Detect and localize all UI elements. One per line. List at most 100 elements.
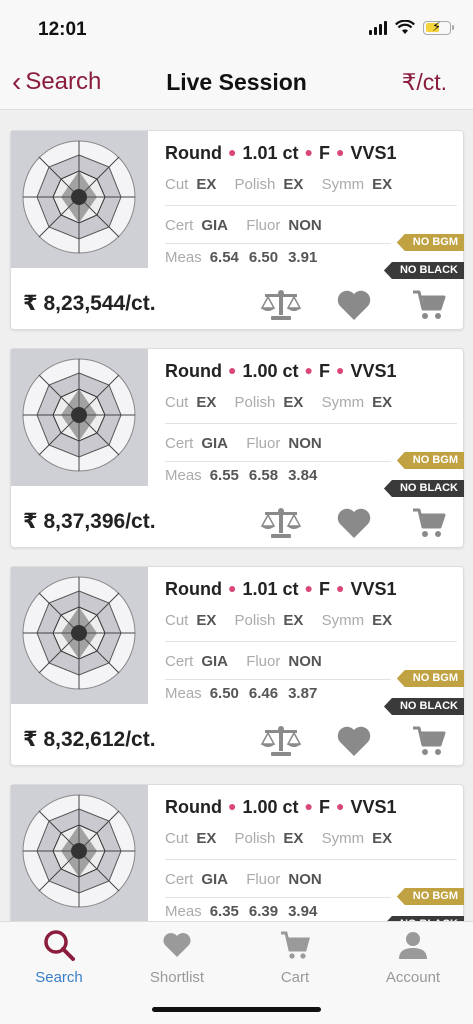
currency-symbol: ₹ [23,728,38,751]
shortlist-button[interactable] [332,287,376,323]
shortlist-button[interactable] [332,505,376,541]
cart-icon [413,726,446,755]
cut-label: Cut [165,394,189,411]
scale-icon [260,508,302,538]
currency-symbol: ₹ [23,510,38,533]
fluor-label: Fluor [246,435,281,452]
symm-value: EX [372,394,393,411]
cut-label: Cut [165,830,189,847]
meas-depth: 3.91 [288,249,318,266]
divider [165,461,391,462]
price-per-carat: ₹ 8,32,612/ct. [23,727,156,752]
meas-width: 6.39 [248,903,279,920]
meas-depth: 3.84 [288,467,318,484]
polish-value: EX [283,830,304,847]
diamond-image[interactable] [11,131,148,268]
symm-label: Symm [321,394,365,411]
cert-row: Cert GIA Fluor NON [165,653,336,670]
fluor-label: Fluor [246,217,281,234]
battery-icon: ⚡ [423,19,454,35]
diamond-summary: Round ● 1.01 ct ● F ● VVS1 [165,143,397,163]
meas-length: 6.50 [209,685,239,702]
no-black-badge: NO BLACK [383,698,464,715]
account-icon [396,932,430,966]
compare-button[interactable] [259,505,303,541]
cut-value: EX [196,612,217,629]
tab-label: Search [35,969,83,986]
meas-length: 6.54 [209,249,239,266]
cert-value: GIA [201,217,229,234]
add-to-cart-button[interactable] [407,287,451,323]
tab-shortlist[interactable]: Shortlist [118,928,236,986]
meas-length: 6.55 [209,467,239,484]
shape: Round [165,361,222,381]
meas-row: Meas 6.35 6.39 3.94 [165,903,331,920]
shape: Round [165,579,222,599]
divider [165,423,457,424]
heart-icon [337,508,371,538]
diamond-card[interactable]: Round ● 1.00 ct ● F ● VVS1 Cut EX Polish EX Symm… [10,784,464,921]
heart-icon [337,290,371,320]
nav-bar: ‹ Search Live Session ₹/ct. [0,56,473,110]
currency-symbol: ₹ [23,292,38,315]
clarity: VVS1 [350,361,397,381]
diamond-list[interactable]: Round ● 1.01 ct ● F ● VVS1 Cut EX Polish EX Symm… [0,110,473,921]
color-grade: F [318,143,330,163]
home-indicator [152,1007,321,1012]
fluor-label: Fluor [246,871,281,888]
meas-width: 6.46 [248,685,279,702]
meas-row: Meas 6.54 6.50 3.91 [165,249,331,266]
price-per-carat: ₹ 8,37,396/ct. [23,509,156,534]
cert-row: Cert GIA Fluor NON [165,217,336,234]
wifi-icon [395,20,415,34]
carat: 1.01 ct [242,579,299,599]
add-to-cart-button[interactable] [407,505,451,541]
meas-width: 6.50 [248,249,279,266]
meas-label: Meas [165,467,202,484]
tab-cart[interactable]: Cart [236,928,354,986]
add-to-cart-button[interactable] [407,723,451,759]
fluor-value: NON [288,653,322,670]
cut-label: Cut [165,176,189,193]
no-bgm-badge: NO BGM [396,234,464,251]
clarity: VVS1 [350,797,397,817]
cert-label: Cert [165,217,194,234]
no-bgm-badge: NO BGM [396,888,464,905]
meas-depth: 3.94 [288,903,318,920]
shortlist-button[interactable] [332,723,376,759]
cert-label: Cert [165,435,194,452]
no-bgm-badge: NO BGM [396,670,464,687]
compare-button[interactable] [259,287,303,323]
carat: 1.00 ct [242,361,299,381]
divider [165,641,457,642]
price-unit-toggle[interactable]: ₹/ct. [402,69,447,96]
status-icons: ⚡ [369,19,454,35]
tab-label: Cart [280,969,310,986]
meas-depth: 3.87 [288,685,318,702]
tab-search[interactable]: Search [0,928,118,986]
grade-row: Cut EX Polish EX Symm EX [165,394,406,411]
clarity: VVS1 [350,143,397,163]
symm-value: EX [372,830,393,847]
polish-value: EX [283,612,304,629]
symm-value: EX [372,612,393,629]
divider [165,679,391,680]
cert-value: GIA [201,435,229,452]
carat: 1.00 ct [242,797,299,817]
diamond-card[interactable]: Round ● 1.01 ct ● F ● VVS1 Cut EX Polish EX Symm… [10,130,464,330]
diamond-image[interactable] [11,785,148,921]
cert-row: Cert GIA Fluor NON [165,871,336,888]
fluor-value: NON [288,217,322,234]
diamond-card[interactable]: Round ● 1.01 ct ● F ● VVS1 Cut EX Polish EX Symm… [10,566,464,766]
diamond-image[interactable] [11,567,148,704]
diamond-card[interactable]: Round ● 1.00 ct ● F ● VVS1 Cut EX Polish EX Symm… [10,348,464,548]
compare-button[interactable] [259,723,303,759]
tab-account[interactable]: Account [354,928,472,986]
symm-label: Symm [321,176,365,193]
cut-label: Cut [165,612,189,629]
clarity: VVS1 [350,579,397,599]
color-grade: F [318,797,330,817]
no-black-badge: NO BLACK [383,262,464,279]
diamond-image[interactable] [11,349,148,486]
price-value: 8,32,612/ct. [43,728,156,751]
